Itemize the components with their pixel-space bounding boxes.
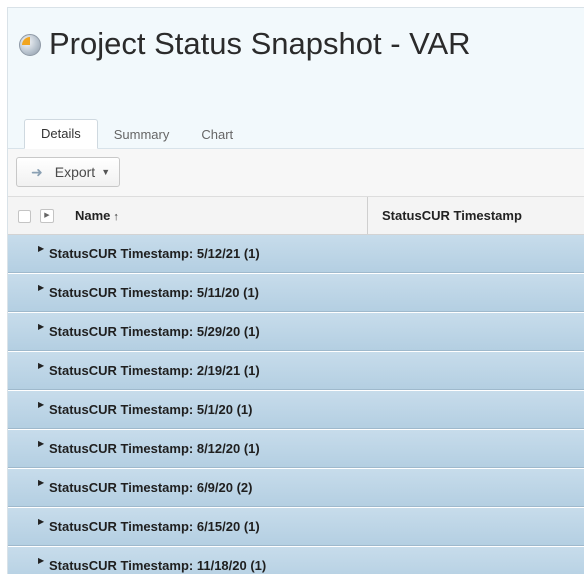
group-row[interactable]: ▶ StatusCUR Timestamp: 5/29/20 (1) bbox=[8, 313, 584, 351]
tab-summary[interactable]: Summary bbox=[98, 121, 186, 149]
expand-triangle-icon[interactable]: ▶ bbox=[38, 478, 44, 487]
group-row[interactable]: ▶ StatusCUR Timestamp: 6/9/20 (2) bbox=[8, 469, 584, 507]
expand-triangle-icon[interactable]: ▶ bbox=[38, 400, 44, 409]
column-header-name[interactable]: Name ↑ bbox=[75, 197, 119, 234]
group-row[interactable]: ▶ StatusCUR Timestamp: 8/12/20 (1) bbox=[8, 430, 584, 468]
expand-triangle-icon[interactable]: ▶ bbox=[38, 244, 44, 253]
arrow-right-icon: ➜ bbox=[31, 163, 43, 180]
report-header: Project Status Snapshot - VAR Details Su… bbox=[8, 8, 584, 149]
group-row[interactable]: ▶ StatusCUR Timestamp: 11/18/20 (1) bbox=[8, 547, 584, 574]
group-row-label: StatusCUR Timestamp: 11/18/20 (1) bbox=[49, 558, 267, 573]
group-row-label: StatusCUR Timestamp: 2/19/21 (1) bbox=[49, 363, 260, 378]
expand-all-icon[interactable]: ▶ bbox=[40, 209, 54, 223]
expand-triangle-icon[interactable]: ▶ bbox=[38, 517, 44, 526]
group-row-label: StatusCUR Timestamp: 5/29/20 (1) bbox=[49, 324, 260, 339]
expand-triangle-icon[interactable]: ▶ bbox=[38, 283, 44, 292]
expand-triangle-icon[interactable]: ▶ bbox=[38, 556, 44, 565]
expand-triangle-icon[interactable]: ▶ bbox=[38, 322, 44, 331]
toolbar: ➜ Export ▼ bbox=[8, 149, 584, 197]
group-row[interactable]: ▶ StatusCUR Timestamp: 5/1/20 (1) bbox=[8, 391, 584, 429]
group-row[interactable]: ▶ StatusCUR Timestamp: 5/11/20 (1) bbox=[8, 274, 584, 312]
group-row[interactable]: ▶ StatusCUR Timestamp: 5/12/21 (1) bbox=[8, 235, 584, 273]
table-header: ▶ Name ↑ StatusCUR Timestamp bbox=[8, 197, 584, 235]
expand-triangle-icon[interactable]: ▶ bbox=[38, 439, 44, 448]
group-row-label: StatusCUR Timestamp: 5/11/20 (1) bbox=[49, 285, 259, 300]
tab-chart[interactable]: Chart bbox=[185, 121, 249, 149]
group-row[interactable]: ▶ StatusCUR Timestamp: 2/19/21 (1) bbox=[8, 352, 584, 390]
column-name-label: Name bbox=[75, 208, 111, 223]
expand-triangle-icon[interactable]: ▶ bbox=[38, 361, 44, 370]
page-title: Project Status Snapshot - VAR bbox=[49, 26, 471, 61]
column-divider[interactable] bbox=[367, 197, 368, 234]
group-row-label: StatusCUR Timestamp: 5/12/21 (1) bbox=[49, 246, 260, 261]
group-row[interactable]: ▶ StatusCUR Timestamp: 6/15/20 (1) bbox=[8, 508, 584, 546]
export-button[interactable]: ➜ Export ▼ bbox=[16, 157, 120, 187]
tab-details[interactable]: Details bbox=[24, 119, 98, 149]
column-header-status-timestamp[interactable]: StatusCUR Timestamp bbox=[382, 197, 522, 234]
group-row-label: StatusCUR Timestamp: 6/9/20 (2) bbox=[49, 480, 253, 495]
tab-bar: Details Summary Chart bbox=[24, 119, 249, 149]
group-row-label: StatusCUR Timestamp: 5/1/20 (1) bbox=[49, 402, 253, 417]
select-all-checkbox[interactable] bbox=[18, 210, 31, 223]
export-label: Export bbox=[54, 164, 96, 180]
report-viewer: Project Status Snapshot - VAR Details Su… bbox=[7, 7, 584, 574]
grouped-rows: ▶ StatusCUR Timestamp: 5/12/21 (1) ▶ Sta… bbox=[8, 235, 584, 574]
group-row-label: StatusCUR Timestamp: 8/12/20 (1) bbox=[49, 441, 260, 456]
pie-slice bbox=[22, 37, 30, 45]
sort-ascending-icon: ↑ bbox=[113, 211, 119, 223]
report-pie-icon bbox=[19, 34, 41, 56]
caret-down-icon: ▼ bbox=[101, 167, 111, 177]
group-row-label: StatusCUR Timestamp: 6/15/20 (1) bbox=[49, 519, 260, 534]
